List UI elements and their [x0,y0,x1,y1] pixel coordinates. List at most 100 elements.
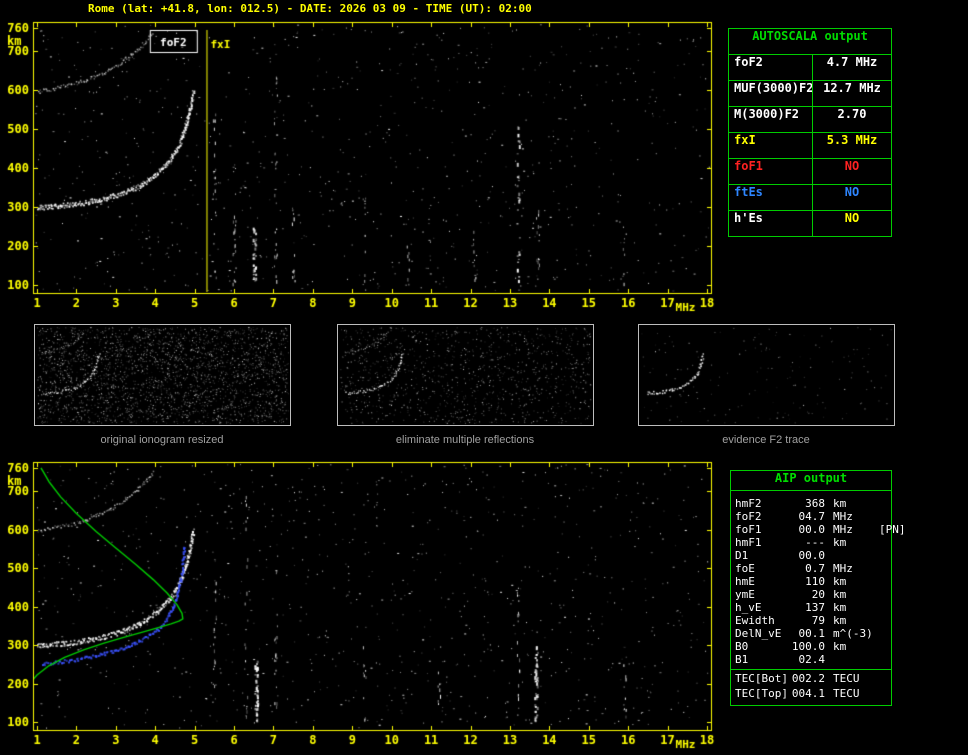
autoscala-table-title: AUTOSCALA output [729,29,891,55]
autoscala-output-screen: Rome (lat: +41.8, lon: 012.5) - DATE: 20… [0,0,968,755]
aip-row: foF1 00.0 MHz [PN] [731,523,906,536]
autoscala-hEs-value: NO [844,211,860,225]
thumbnail-caption-f2trace: evidence F2 trace [722,434,810,446]
aip-param-unit: MHz [833,510,853,523]
thumbnail-multiple-reflections-removed [337,324,594,426]
aip-param-name: Ewidth [735,614,775,627]
aip-param-value: 02.4 [798,653,826,666]
aip-table: AIP output hmF2 368 km foF2 04.7 MHz foF1 00.0 M… [730,470,906,706]
table-row: M(3000)F2 2.70 [729,107,891,133]
aip-param-value: 004.1 [791,687,825,700]
aip-param-note [879,601,887,614]
autoscala-foF2-label: foF2 [729,55,813,80]
aip-table-title: AIP output [731,471,891,491]
aip-param-name: h_vE [735,601,762,614]
aip-param-note [879,588,887,601]
aip-param-unit: TECU [833,672,860,685]
thumbnail-original-ionogram [34,324,291,426]
aip-param-note [879,614,887,627]
aip-param-unit: m^(-3) [833,627,873,640]
aip-param-name: B1 [735,653,749,666]
aip-param-unit: km [833,536,847,549]
aip-rows-container: hmF2 368 km foF2 04.7 MHz foF1 00.0 MHz [PN] hmF1 -… [731,497,906,700]
aip-param-name: hmF2 [735,497,762,510]
aip-row: foF2 04.7 MHz [731,510,891,523]
aip-param-note [879,562,887,575]
aip-param-note [879,536,887,549]
aip-row: B1 02.4 [731,653,891,666]
aip-row: hmF2 368 km [731,497,891,510]
aip-param-value: --- [805,536,825,549]
aip-param-value: 0.7 [805,562,825,575]
autoscala-fxI-label: fxI [729,133,813,158]
autoscala-fxI-value: 5.3 MHz [826,133,878,147]
aip-param-unit: km [833,614,847,627]
bottom-ionogram-canvas [0,455,725,755]
aip-param-name: hmF1 [735,536,762,549]
aip-param-value: 002.2 [791,672,825,685]
aip-param-name: D1 [735,549,749,562]
aip-param-name: ymE [735,588,755,601]
autoscala-muf-label: MUF(3000)F2 [729,81,813,106]
aip-param-name: foF2 [735,510,762,523]
aip-param-note [879,627,887,640]
thumbnail-caption-reflections: eliminate multiple reflections [395,434,535,446]
aip-param-value: 00.0 [798,523,826,536]
autoscala-m3000-value: 2.70 [837,107,867,121]
aip-param-note [879,687,887,700]
aip-row: TEC[Top] 004.1 TECU [731,687,891,700]
aip-param-unit: km [833,588,847,601]
aip-param-name: TEC[Bot] [735,672,788,685]
autoscala-foF2-value: 4.7 MHz [826,55,878,69]
aip-param-name: TEC[Top] [735,687,788,700]
aip-param-value: 368 [805,497,825,510]
aip-param-note [879,497,887,510]
aip-param-name: B0 [735,640,749,653]
table-row: ftEs NO [729,185,891,211]
aip-param-value: 00.0 [798,549,826,562]
aip-param-note [879,672,887,687]
aip-param-name: foF1 [735,523,762,536]
top-ionogram-canvas [0,14,725,314]
aip-row: TEC[Bot] 002.2 TECU [731,669,891,687]
aip-row: ymE 20 km [731,588,891,601]
aip-param-unit: km [833,497,847,510]
aip-param-unit [833,549,879,562]
aip-param-unit: MHz [833,523,853,536]
aip-row: D1 00.0 [731,549,891,562]
autoscala-foF1-label: foF1 [729,159,813,184]
thumbnail-caption-original: original ionogram resized [100,434,224,446]
aip-row: Ewidth 79 km [731,614,891,627]
aip-param-unit: TECU [833,687,860,700]
aip-param-value: 79 [811,614,825,627]
table-row: h'Es NO [729,211,891,236]
aip-param-unit: km [833,575,847,588]
aip-row: foE 0.7 MHz [731,562,891,575]
aip-row: hmE 110 km [731,575,891,588]
aip-param-note [879,640,887,653]
table-row: foF1 NO [729,159,891,185]
table-row: foF2 4.7 MHz [729,55,891,81]
aip-row: hmF1 --- km [731,536,891,549]
autoscala-ftEs-value: NO [844,185,860,199]
table-row: fxI 5.3 MHz [729,133,891,159]
autoscala-table: AUTOSCALA output foF2 4.7 MHz MUF(3000)F… [728,28,892,237]
aip-param-note [879,549,887,562]
aip-param-value: 04.7 [798,510,826,523]
aip-param-value: 00.1 [798,627,826,640]
thumbnail-f2-trace-evidence [638,324,895,426]
autoscala-foF1-value: NO [844,159,860,173]
aip-param-unit: km [833,601,847,614]
autoscala-m3000-label: M(3000)F2 [729,107,813,132]
aip-param-name: foE [735,562,755,575]
autoscala-hEs-label: h'Es [729,211,813,236]
aip-param-unit [833,653,879,666]
aip-param-note: [PN] [879,523,906,536]
aip-param-note [879,653,887,666]
aip-row: h_vE 137 km [731,601,891,614]
aip-param-name: hmE [735,575,755,588]
table-row: MUF(3000)F2 12.7 MHz [729,81,891,107]
aip-param-note [879,510,887,523]
aip-param-note [879,575,887,588]
aip-param-value: 110 [805,575,825,588]
